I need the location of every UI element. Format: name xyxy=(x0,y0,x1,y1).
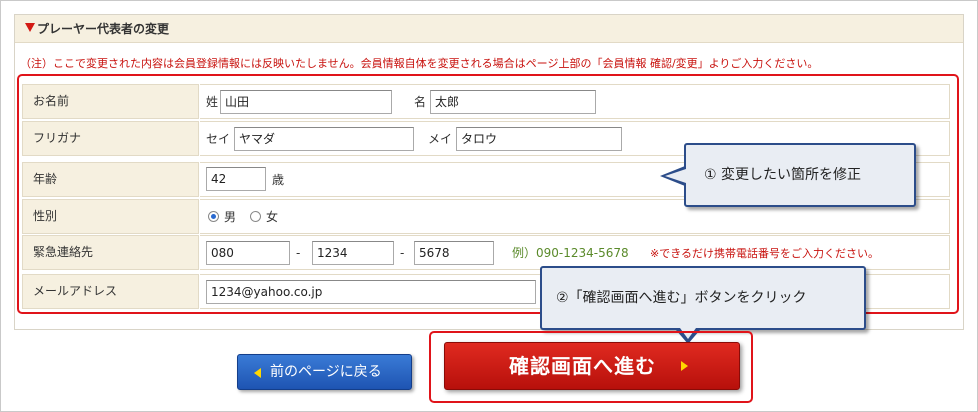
label-name: お名前 xyxy=(22,84,199,119)
mei-kana-label: メイ xyxy=(428,132,453,146)
label-furigana: フリガナ xyxy=(22,121,199,156)
field-name: 姓 山田 名 太郎 xyxy=(200,84,950,119)
first-name-kana-input[interactable]: タロウ xyxy=(456,127,622,151)
radio-female-label[interactable]: 女 xyxy=(266,209,278,225)
label-age: 年齢 xyxy=(22,162,199,197)
phone-separator-2: - xyxy=(400,246,405,260)
notice-text: （注）ここで変更された内容は会員登録情報には反映いたしません。会員情報自体を変更… xyxy=(20,57,819,70)
back-button[interactable]: 前のページに戻る xyxy=(237,354,412,390)
section-title: プレーヤー代表者の変更 xyxy=(37,22,170,36)
confirm-button-label: 確認画面へ進む xyxy=(509,354,656,378)
callout-step1-text: ① 変更したい箇所を修正 xyxy=(704,167,862,183)
row-emergency-contact: 緊急連絡先 080 - 1234 - 5678 例）090-1234-5678 … xyxy=(22,235,950,270)
arrow-right-icon xyxy=(681,361,688,371)
callout-step1-pointer-fill xyxy=(665,169,686,183)
phone-example: 例）090-1234-5678 xyxy=(512,246,629,260)
field-emergency-contact: 080 - 1234 - 5678 例）090-1234-5678 ※できるだけ… xyxy=(200,235,950,270)
phone-part3-input[interactable]: 5678 xyxy=(414,241,494,265)
row-name: お名前 姓 山田 名 太郎 xyxy=(22,84,950,119)
phone-part1-input[interactable]: 080 xyxy=(206,241,290,265)
callout-step2-text: ②「確認画面へ進む」ボタンをクリック xyxy=(556,290,807,306)
mei-label: 名 xyxy=(414,95,427,109)
last-name-kana-input[interactable]: ヤマダ xyxy=(234,127,414,151)
age-input[interactable]: 42 xyxy=(206,167,266,191)
label-email: メールアドレス xyxy=(22,274,199,309)
back-button-label: 前のページに戻る xyxy=(270,364,382,380)
email-input[interactable]: 1234@yahoo.co.jp xyxy=(206,280,536,304)
age-unit: 歳 xyxy=(272,173,285,187)
sei-label: 姓 xyxy=(206,95,219,109)
radio-male-label[interactable]: 男 xyxy=(224,209,236,225)
first-name-input[interactable]: 太郎 xyxy=(430,90,596,114)
phone-part2-input[interactable]: 1234 xyxy=(312,241,394,265)
callout-step1: ① 変更したい箇所を修正 xyxy=(684,143,916,207)
phone-separator-1: - xyxy=(296,246,301,260)
arrow-left-icon xyxy=(254,368,261,378)
confirm-button[interactable]: 確認画面へ進む xyxy=(444,342,740,390)
callout-step2: ②「確認画面へ進む」ボタンをクリック xyxy=(540,266,866,330)
triangle-down-icon xyxy=(25,23,35,32)
last-name-input[interactable]: 山田 xyxy=(220,90,392,114)
label-gender: 性別 xyxy=(22,199,199,234)
sei-kana-label: セイ xyxy=(206,132,231,146)
radio-female[interactable] xyxy=(250,211,261,222)
label-emergency-contact: 緊急連絡先 xyxy=(22,235,199,270)
radio-male[interactable] xyxy=(208,211,219,222)
section-header: プレーヤー代表者の変更 xyxy=(15,15,963,43)
mobile-phone-note: ※できるだけ携帯電話番号をご入力ください。 xyxy=(650,247,879,260)
